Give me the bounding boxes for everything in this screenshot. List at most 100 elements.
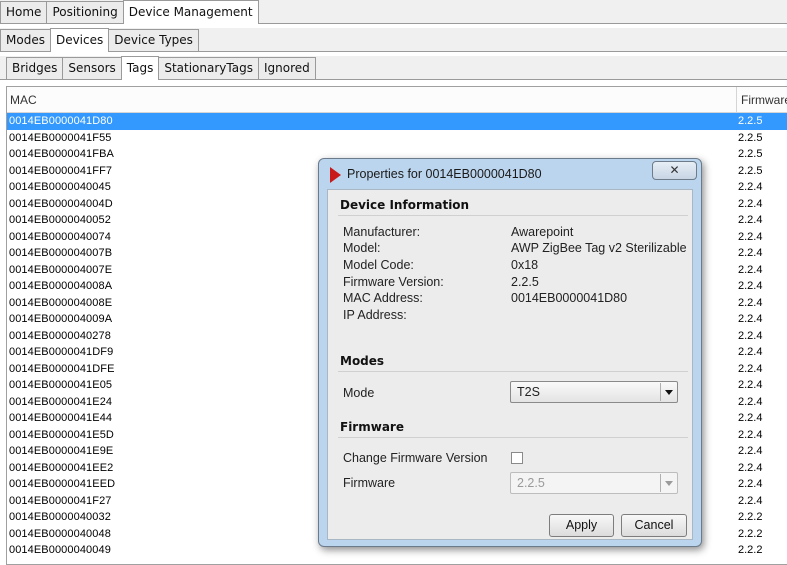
- cancel-button[interactable]: Cancel: [621, 514, 687, 537]
- tab-bridges[interactable]: Bridges: [6, 57, 64, 79]
- mac-cell: 0014EB0000041E5D: [9, 428, 114, 441]
- mac-cell: 0014EB0000041EED: [9, 478, 116, 490]
- mac-cell: 0014EB0000041FBA: [9, 148, 114, 160]
- tab-sensors[interactable]: Sensors: [62, 57, 122, 79]
- column-header-mac[interactable]: MAC: [10, 93, 37, 107]
- column-divider[interactable]: [736, 87, 737, 113]
- tab-ignored[interactable]: Ignored: [257, 57, 316, 79]
- tab-tags[interactable]: Tags: [120, 56, 160, 80]
- section-divider: [338, 371, 688, 372]
- tab-positioning[interactable]: Positioning: [46, 1, 124, 23]
- change-firmware-version-checkbox[interactable]: [511, 452, 523, 464]
- close-button[interactable]: ✕: [652, 161, 697, 180]
- firmware-cell: 2.2.2: [738, 544, 763, 556]
- firmware-cell: 2.2.5: [738, 148, 763, 160]
- firmware-cell: 2.2.4: [738, 346, 763, 358]
- mode-select-value: T2S: [517, 385, 540, 399]
- app-logo-icon: [330, 167, 341, 183]
- mac-cell: 0014EB0000041FF7: [9, 164, 113, 177]
- properties-dialog: Properties for 0014EB0000041D80 ✕ Device…: [318, 158, 702, 547]
- tab-device-types[interactable]: Device Types: [108, 29, 199, 51]
- grid-header: MAC Firmware: [7, 87, 787, 113]
- tab-stationary-tags[interactable]: StationaryTags: [158, 57, 259, 79]
- section-divider: [338, 437, 688, 438]
- firmware-cell: 2.2.4: [738, 395, 763, 408]
- mac-cell: 0014EB000004008E: [9, 296, 113, 309]
- column-header-firmware[interactable]: Firmware: [741, 93, 787, 107]
- mac-cell: 0014EB0000040048: [9, 527, 111, 540]
- firmware-version-value: 2.2.5: [511, 275, 539, 289]
- top-tab-bar: Home Positioning Device Management: [0, 0, 787, 24]
- mode-label: Mode: [343, 386, 375, 400]
- table-row[interactable]: 0014EB0000041D80 2.2.5: [7, 113, 787, 130]
- firmware-cell: 2.2.4: [738, 280, 763, 292]
- firmware-cell: 2.2.4: [738, 247, 763, 259]
- chevron-down-icon[interactable]: [660, 474, 676, 492]
- tab-devices[interactable]: Devices: [49, 28, 110, 52]
- firmware-cell: 2.2.4: [738, 478, 763, 490]
- firmware-select[interactable]: 2.2.5: [510, 472, 678, 494]
- tab-modes[interactable]: Modes: [0, 29, 51, 51]
- section-divider: [338, 215, 688, 216]
- mac-cell: 0014EB0000041DF9: [9, 346, 114, 358]
- firmware-cell: 2.2.5: [738, 131, 763, 144]
- mac-cell: 0014EB000004009A: [9, 313, 113, 325]
- firmware-cell: 2.2.4: [738, 412, 763, 424]
- mac-cell: 0014EB0000041E24: [9, 395, 113, 408]
- mac-cell: 0014EB000004007B: [9, 247, 113, 259]
- dialog-titlebar[interactable]: Properties for 0014EB0000041D80 ✕: [319, 159, 701, 189]
- mac-cell: 0014EB0000040045: [9, 181, 111, 193]
- dialog-body: Device Information Manufacturer: Awarepo…: [327, 189, 693, 540]
- firmware-cell: 2.2.4: [738, 313, 763, 325]
- firmware-cell: 2.2.4: [738, 494, 763, 507]
- table-row[interactable]: 0014EB0000041F55 2.2.5: [7, 130, 787, 147]
- firmware-label: Firmware: [343, 476, 396, 490]
- mode-select[interactable]: T2S: [510, 381, 678, 403]
- firmware-cell: 2.2.4: [738, 329, 763, 342]
- firmware-cell: 2.2.4: [738, 296, 763, 309]
- firmware-cell: 2.2.5: [738, 164, 763, 177]
- chevron-down-icon[interactable]: [660, 383, 676, 401]
- firmware-cell: 2.2.2: [738, 527, 763, 540]
- mac-cell: 0014EB0000041F27: [9, 494, 112, 507]
- mac-cell: 0014EB0000040278: [9, 329, 111, 342]
- mac-cell: 0014EB0000040052: [9, 214, 111, 226]
- firmware-cell: 2.2.4: [738, 362, 763, 375]
- devices-tab-bar: Bridges Sensors Tags StationaryTags Igno…: [0, 56, 787, 80]
- mac-cell: 0014EB0000041E9E: [9, 445, 114, 457]
- change-firmware-version-label: Change Firmware Version: [343, 451, 488, 465]
- mac-cell: 0014EB000004004D: [9, 197, 113, 210]
- manufacturer-label: Manufacturer:: [343, 225, 421, 239]
- firmware-cell: 2.2.4: [738, 428, 763, 441]
- firmware-heading: Firmware: [340, 420, 404, 434]
- model-code-label: Model Code:: [343, 258, 414, 272]
- mac-cell: 0014EB0000041DFE: [9, 362, 115, 375]
- device-management-tab-bar: Modes Devices Device Types: [0, 28, 787, 52]
- device-information-heading: Device Information: [340, 198, 470, 212]
- modes-heading: Modes: [340, 354, 385, 368]
- firmware-cell: 2.2.4: [738, 461, 763, 474]
- model-value: AWP ZigBee Tag v2 Sterilizable: [511, 241, 687, 255]
- firmware-cell: 2.2.4: [738, 181, 763, 193]
- apply-button[interactable]: Apply: [549, 514, 614, 537]
- firmware-cell: 2.2.4: [738, 379, 763, 391]
- close-icon: ✕: [669, 163, 680, 177]
- mac-address-value: 0014EB0000041D80: [511, 291, 628, 305]
- mac-cell: 0014EB000004008A: [9, 280, 113, 292]
- tab-home[interactable]: Home: [0, 1, 48, 23]
- firmware-cell: 2.2.4: [738, 230, 763, 243]
- mac-cell: 0014EB0000041E44: [9, 412, 113, 424]
- ip-address-label: IP Address:: [343, 308, 407, 322]
- firmware-version-label: Firmware Version:: [343, 275, 444, 289]
- mac-cell: 0014EB0000041E05: [9, 379, 113, 391]
- tab-device-management[interactable]: Device Management: [122, 0, 259, 24]
- firmware-select-value: 2.2.5: [517, 476, 545, 490]
- mac-cell: 0014EB0000041D80: [9, 115, 113, 127]
- model-code-value: 0x18: [511, 258, 539, 272]
- mac-cell: 0014EB0000040032: [9, 511, 111, 523]
- firmware-cell: 2.2.5: [738, 115, 763, 127]
- firmware-cell: 2.2.4: [738, 445, 763, 457]
- mac-cell: 0014EB0000040074: [9, 230, 111, 243]
- mac-address-label: MAC Address:: [343, 291, 423, 305]
- model-label: Model:: [343, 241, 381, 255]
